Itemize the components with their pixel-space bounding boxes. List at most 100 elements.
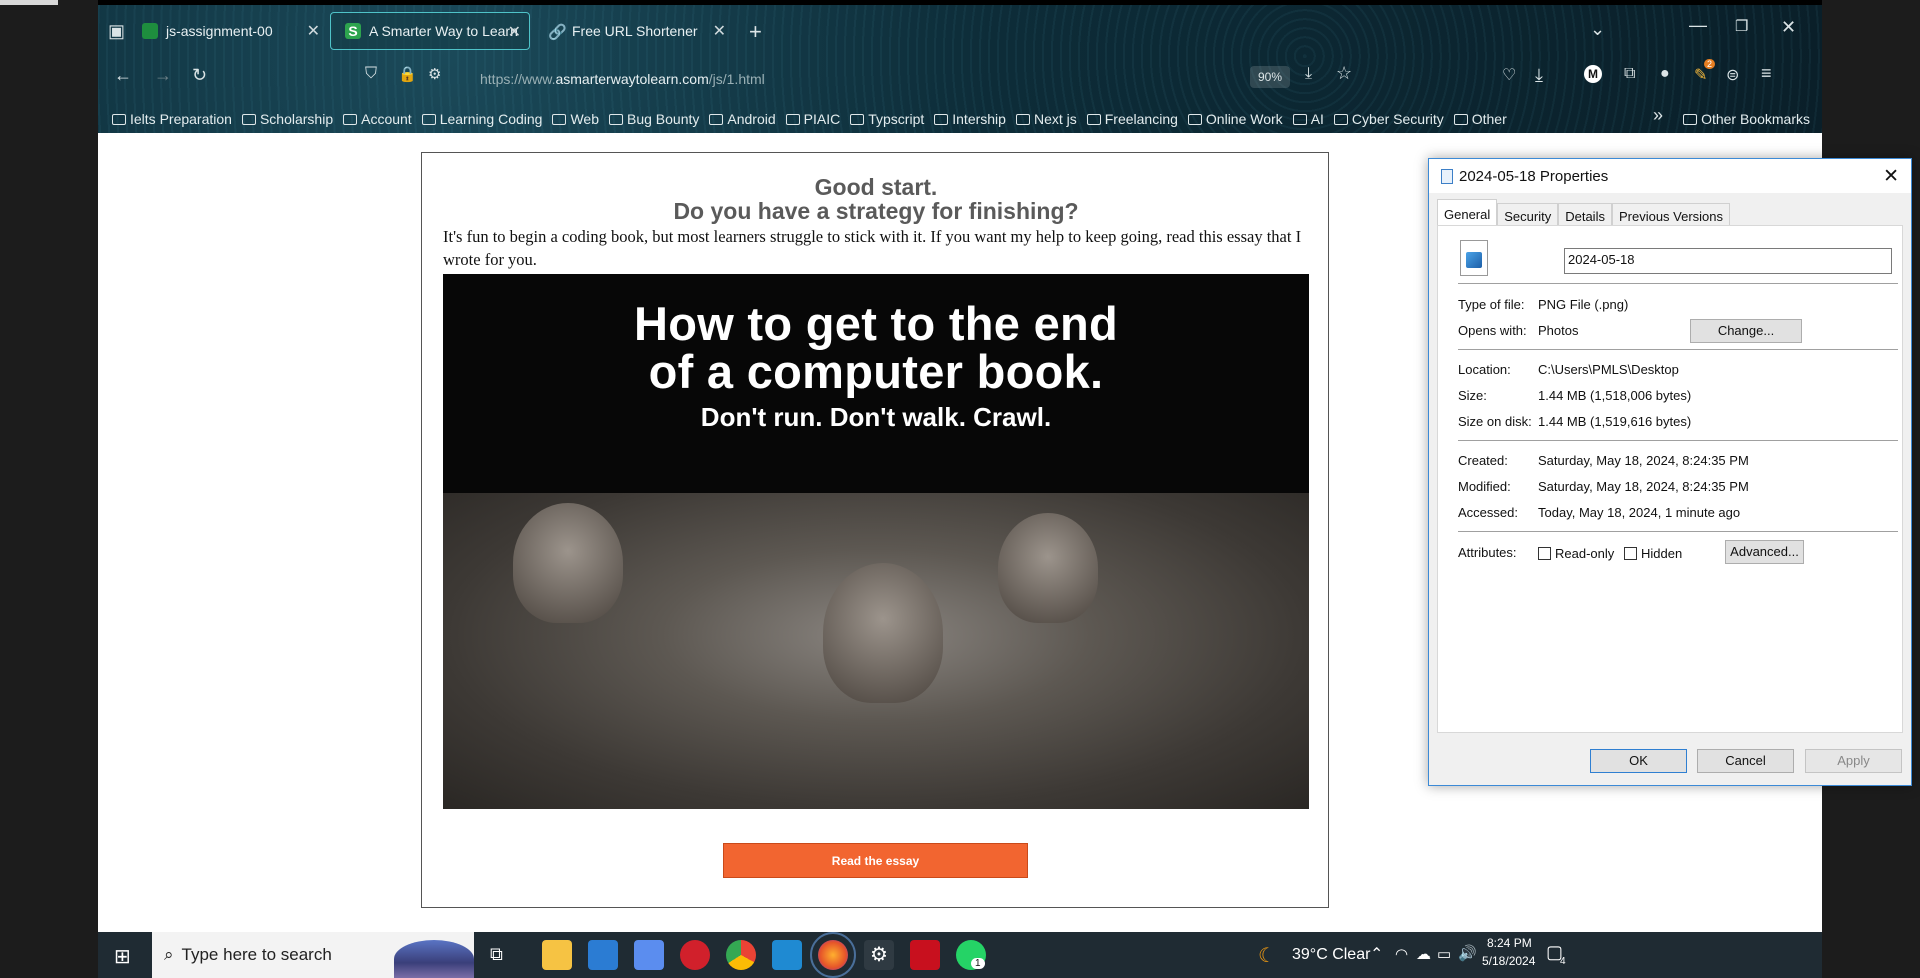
tab-security[interactable]: Security [1497,203,1559,225]
shield-icon[interactable]: ⛉ [365,65,377,83]
bookmark-folder[interactable]: Cyber Security [1333,111,1444,127]
bookmark-folder[interactable]: Typscript [850,111,924,127]
bookmark-folder[interactable]: Android [709,111,776,127]
tray-expand-chevron-icon[interactable]: ⌃ [1370,944,1383,964]
bookmark-folder[interactable]: Bug Bounty [609,111,699,127]
url-bar[interactable]: https://www.asmarterwaytolearn.com/js/1.… [480,71,765,87]
other-bookmarks[interactable]: Other Bookmarks [1683,111,1810,127]
private-window-icon[interactable]: ⊜ [1726,65,1739,85]
modified-label: Modified: [1458,479,1511,494]
clock-date[interactable]: 5/18/2024 [1482,954,1535,968]
search-highlight-image [394,940,474,978]
folder-icon [1453,113,1468,125]
screenshot-icon[interactable]: ⤓ [1305,65,1312,83]
bookmark-folder[interactable]: Scholarship [241,111,333,127]
weather-text[interactable]: 39°C Clear [1292,946,1370,964]
tab-js-assignment[interactable]: js-assignment-00 ✕ [128,12,328,50]
bookmarks-overflow-chevron-icon[interactable]: » [1653,105,1663,126]
chrome-icon[interactable] [726,940,756,970]
restore-button[interactable]: ❐ [1735,17,1748,35]
tab-general[interactable]: General [1437,199,1498,225]
tab-list-chevron-icon[interactable]: ⌄ [1590,19,1605,40]
firefox-icon[interactable] [810,932,856,978]
bookmark-folder[interactable]: Ielts Preparation [112,111,232,127]
tab-details[interactable]: Details [1558,203,1612,225]
tab-smarter-way[interactable]: S A Smarter Way to Learn JavaSc ✕ [330,12,530,50]
file-explorer-icon[interactable] [542,940,572,970]
close-icon[interactable]: ✕ [713,21,726,41]
task-view-icon[interactable]: ⧉ [490,944,503,965]
left-black-margin [0,0,98,978]
ok-button[interactable]: OK [1590,749,1687,773]
windows-taskbar: ⊞ ⌕ Type here to search ⧉ ⚙ 1 ☾ 39°C Cle… [98,932,1822,978]
taskbar-search-box[interactable]: ⌕ Type here to search [152,932,474,978]
checkbox-box[interactable] [1624,547,1637,560]
opera-icon[interactable] [680,940,710,970]
tab-url-shortener[interactable]: 🔗 Free URL Shortener ✕ [534,12,734,50]
tab-previous-versions[interactable]: Previous Versions [1611,203,1731,225]
mail-icon[interactable] [588,940,618,970]
microsoft-store-icon[interactable] [634,940,664,970]
extensions-icon[interactable]: ⧉ [1624,65,1635,83]
weather-icon[interactable]: ☾ [1258,943,1276,968]
dialog-close-button[interactable]: ✕ [1883,165,1899,188]
general-panel: 2024-05-18 Type of file: PNG File (.png)… [1437,225,1903,733]
bookmark-folder[interactable]: Online Work [1187,111,1283,127]
folder-icon [709,113,724,125]
change-button[interactable]: Change... [1690,319,1802,343]
new-tab-button[interactable]: + [749,19,762,45]
reload-button[interactable]: ↻ [192,65,207,86]
menu-hamburger-icon[interactable]: ≡ [1761,63,1772,84]
tab-overview-icon[interactable]: ▣ [108,21,125,42]
window-close-button[interactable]: ✕ [1781,17,1796,38]
battery-icon[interactable]: ▭ [1437,945,1451,963]
onedrive-icon[interactable]: ☁ [1416,945,1431,963]
hidden-checkbox[interactable]: Hidden [1624,546,1682,561]
hero-image[interactable]: How to get to the end of a computer book… [443,274,1309,809]
lock-icon[interactable]: 🔒 [398,65,417,83]
advanced-button[interactable]: Advanced... [1725,540,1804,564]
created-value: Saturday, May 18, 2024, 8:24:35 PM [1538,453,1749,468]
forward-button[interactable]: → [154,65,172,86]
profile-avatar[interactable]: M [1584,65,1602,83]
close-icon[interactable]: ✕ [508,22,521,42]
bookmark-folder[interactable]: Freelancing [1086,111,1178,127]
apply-button[interactable]: Apply [1805,749,1902,773]
url-path: /js/1.html [708,71,765,87]
permissions-icon[interactable]: ⚙ [428,65,441,83]
bookmark-folder[interactable]: Learning Coding [421,111,543,127]
bookmark-label: Android [727,111,776,127]
pocket-icon[interactable]: ♡ [1502,65,1516,85]
extension-icon[interactable]: ● [1660,65,1670,83]
acrobat-icon[interactable] [910,940,940,970]
volume-icon[interactable]: 🔊 [1458,944,1477,962]
read-essay-button[interactable]: Read the essay [723,843,1028,878]
settings-icon[interactable]: ⚙ [864,940,894,970]
vscode-icon[interactable] [772,940,802,970]
bookmark-folder[interactable]: Account [343,111,412,127]
checkbox-box[interactable] [1538,547,1551,560]
bookmark-folder[interactable]: PIAIC [785,111,840,127]
close-icon[interactable]: ✕ [307,21,320,41]
bookmark-folder[interactable]: Intership [934,111,1006,127]
bookmark-label: Next js [1033,111,1077,127]
bookmark-label: Intership [952,111,1006,127]
back-button[interactable]: ← [114,65,132,86]
dialog-title: 2024-05-18 Properties [1459,167,1609,185]
cancel-button[interactable]: Cancel [1697,749,1794,773]
bookmark-folder[interactable]: AI [1292,111,1324,127]
bookmark-folder[interactable]: Next js [1015,111,1077,127]
bookmark-folder[interactable]: Web [552,111,599,127]
windows-start-icon[interactable]: ⊞ [114,944,131,969]
minimize-button[interactable]: — [1689,15,1707,36]
filename-input[interactable]: 2024-05-18 [1564,248,1892,274]
bookmark-label: Learning Coding [439,111,543,127]
bookmark-star-icon[interactable]: ☆ [1336,63,1352,84]
notification-count: 4 [1560,956,1566,967]
zoom-level-indicator[interactable]: 90% [1250,66,1290,88]
clock-time[interactable]: 8:24 PM [1487,936,1532,950]
downloads-icon[interactable]: ⤓ [1535,65,1543,86]
bookmark-folder[interactable]: Other [1453,111,1507,127]
wifi-icon[interactable]: ◠ [1395,945,1408,963]
readonly-checkbox[interactable]: Read-only [1538,546,1614,561]
